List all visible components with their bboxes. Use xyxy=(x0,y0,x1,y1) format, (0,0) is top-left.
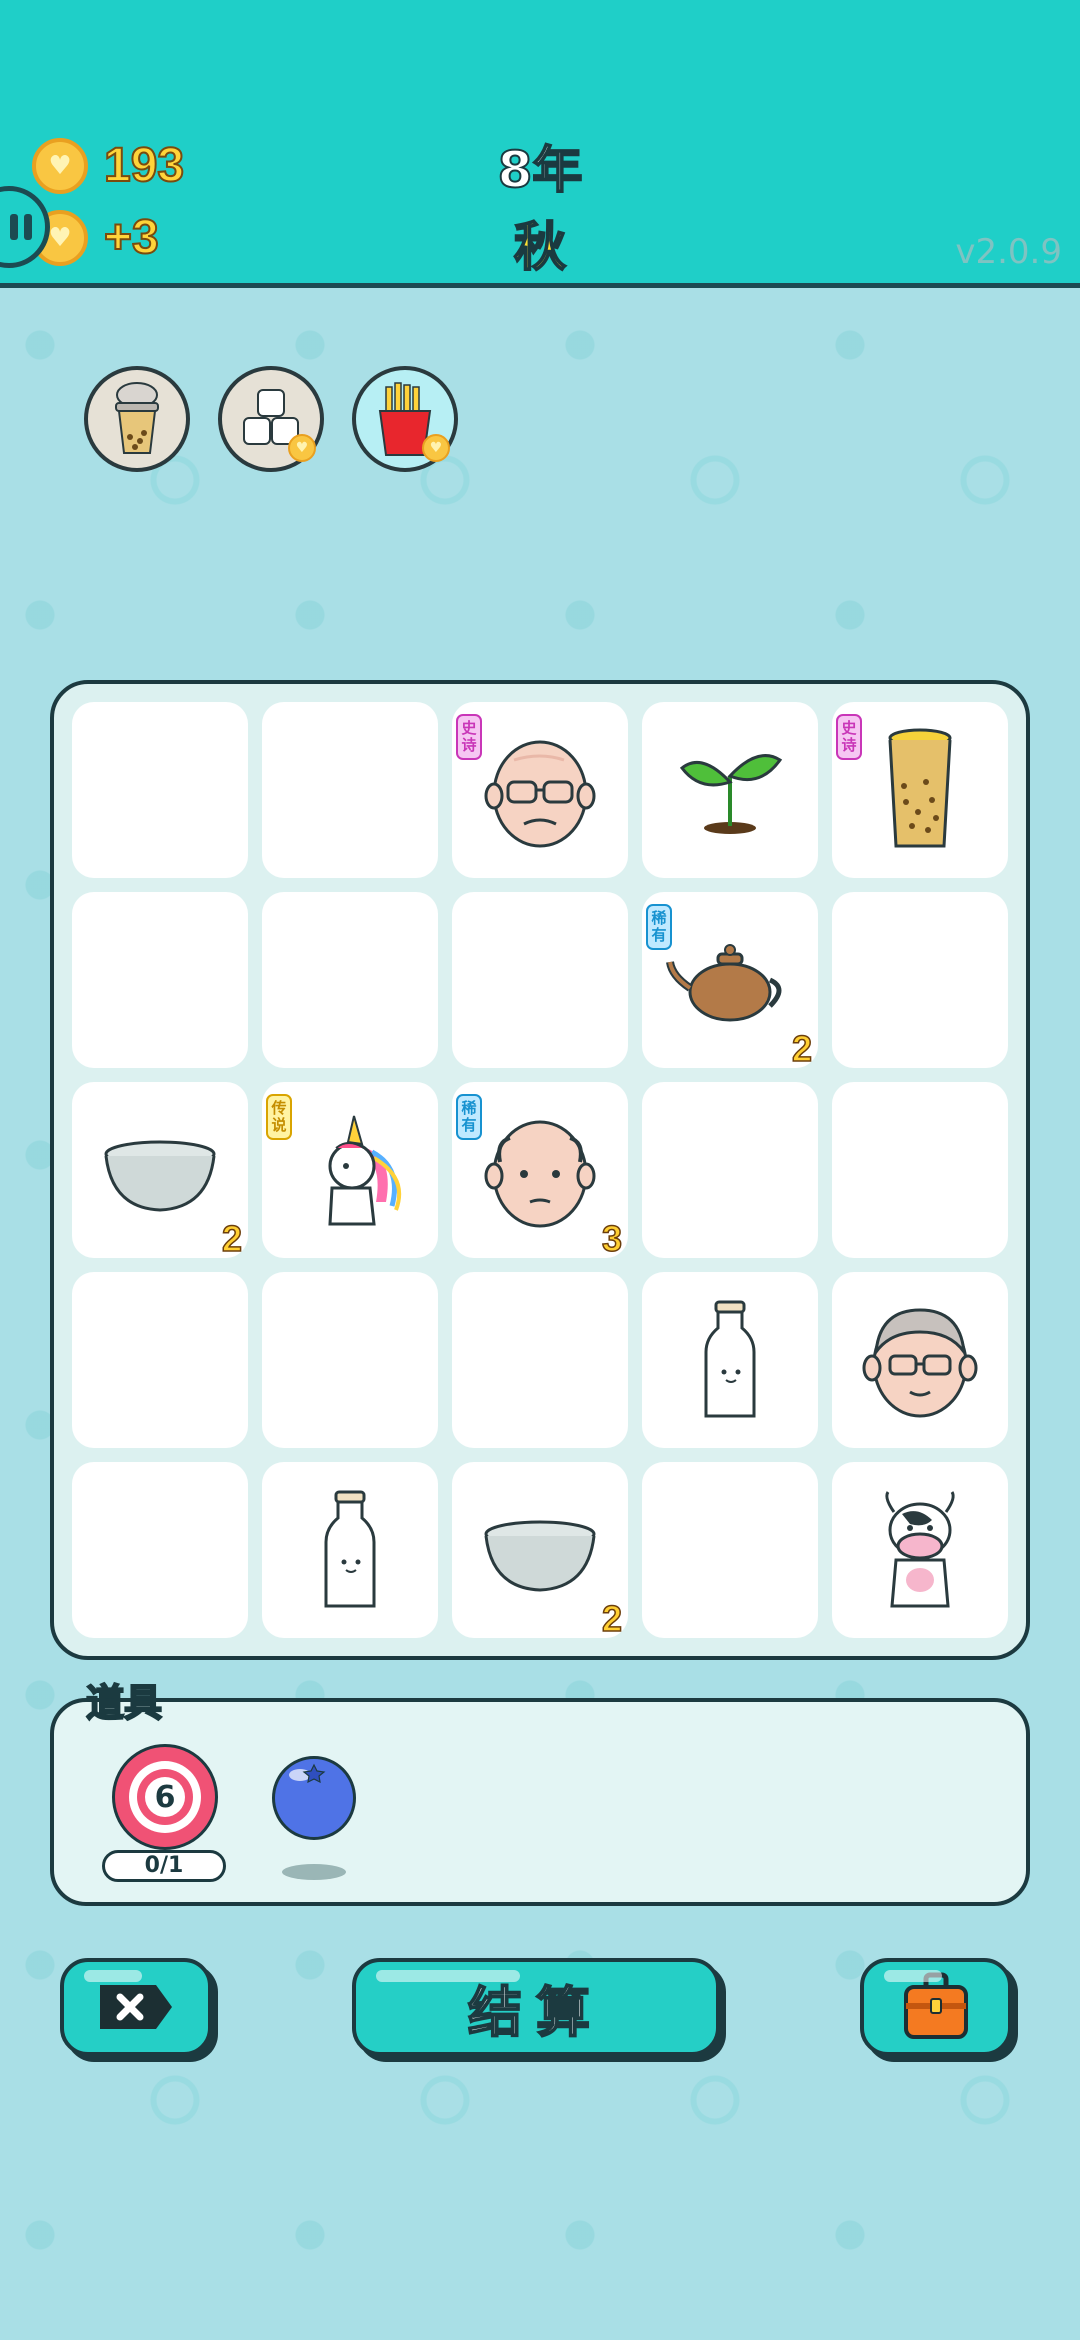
board-cell-cow[interactable] xyxy=(832,1462,1008,1638)
milk-bottle-icon xyxy=(324,1490,376,1608)
board-cell-empty[interactable] xyxy=(642,1082,818,1258)
rarity-tag: 史诗 xyxy=(836,714,862,760)
version-label: v2.0.9 xyxy=(955,232,1062,272)
board-cell-grandpa-glasses[interactable] xyxy=(832,1272,1008,1448)
rarity-tag: 稀有 xyxy=(646,904,672,950)
top-item-french-fries[interactable]: ♥ xyxy=(352,366,458,472)
board-cell-empty[interactable] xyxy=(72,1272,248,1448)
grandpa-glasses-icon xyxy=(862,1308,978,1418)
board-cell-bowl[interactable]: 2 xyxy=(452,1462,628,1640)
board-cell-old-man-glasses[interactable]: 史诗 xyxy=(452,702,628,878)
board-cell-bald-man[interactable]: 稀有 3 xyxy=(452,1082,628,1260)
top-item-bubble-tea[interactable] xyxy=(84,366,190,472)
rarity-tag: 稀有 xyxy=(456,1094,482,1140)
board-cell-teapot[interactable]: 稀有 2 xyxy=(642,892,818,1070)
board-cell-empty[interactable] xyxy=(262,702,438,878)
ball-shadow xyxy=(282,1864,346,1880)
board-cell-empty[interactable] xyxy=(642,1462,818,1638)
board-cell-milk-bottle[interactable] xyxy=(642,1272,818,1448)
sprout-icon xyxy=(679,754,783,834)
board-cell-empty[interactable] xyxy=(72,892,248,1068)
board-cell-empty[interactable] xyxy=(452,892,628,1068)
heart-coin-icon: ♥ xyxy=(288,434,316,462)
board-cell-bubble-tea-tall[interactable]: 史诗 xyxy=(832,702,1008,878)
board-cell-unicorn[interactable]: 传说 xyxy=(262,1082,438,1258)
board-cell-empty[interactable] xyxy=(262,1272,438,1448)
item-count: 2 xyxy=(221,1217,243,1260)
board-cell-sprout[interactable] xyxy=(642,702,818,878)
bag-button[interactable] xyxy=(860,1958,1012,2056)
target-number: 6 xyxy=(145,1777,185,1817)
target-uses: 0/1 xyxy=(102,1850,226,1882)
top-bar: ♥ 193 ♥ +3 8年 秋 v2.0.9 xyxy=(0,0,1080,288)
year-label: 8年 xyxy=(497,140,584,200)
board-cell-bowl[interactable]: 2 xyxy=(72,1082,248,1260)
board-cell-empty[interactable] xyxy=(72,702,248,878)
board-cell-empty[interactable] xyxy=(262,892,438,1068)
board-cell-empty[interactable] xyxy=(72,1462,248,1638)
rarity-tag: 传说 xyxy=(266,1094,292,1140)
board-cell-empty[interactable] xyxy=(832,1082,1008,1258)
milk-bottle-icon xyxy=(704,1300,756,1418)
blue-ball-icon[interactable] xyxy=(272,1756,356,1840)
settle-button[interactable]: 结算 xyxy=(352,1958,720,2056)
item-count: 3 xyxy=(601,1217,623,1260)
tools-title: 道具 xyxy=(85,1680,163,1726)
item-count: 2 xyxy=(791,1027,813,1070)
top-item-sugar-cubes[interactable]: ♥ xyxy=(218,366,324,472)
board-cell-milk-bottle[interactable] xyxy=(262,1462,438,1638)
board-cell-empty[interactable] xyxy=(452,1272,628,1448)
item-count: 2 xyxy=(601,1597,623,1640)
close-icon xyxy=(100,1985,172,2029)
bubble-tea-icon xyxy=(115,382,159,454)
heart-coin-icon: ♥ xyxy=(422,434,450,462)
season-label: 秋 xyxy=(513,217,567,279)
cow-icon xyxy=(885,1491,955,1608)
star-icon xyxy=(302,1763,326,1783)
board-cell-empty[interactable] xyxy=(832,892,1008,1068)
target-icon[interactable]: 6 xyxy=(112,1744,218,1850)
close-button[interactable] xyxy=(60,1958,212,2056)
rarity-tag: 史诗 xyxy=(456,714,482,760)
pause-icon xyxy=(10,214,32,240)
